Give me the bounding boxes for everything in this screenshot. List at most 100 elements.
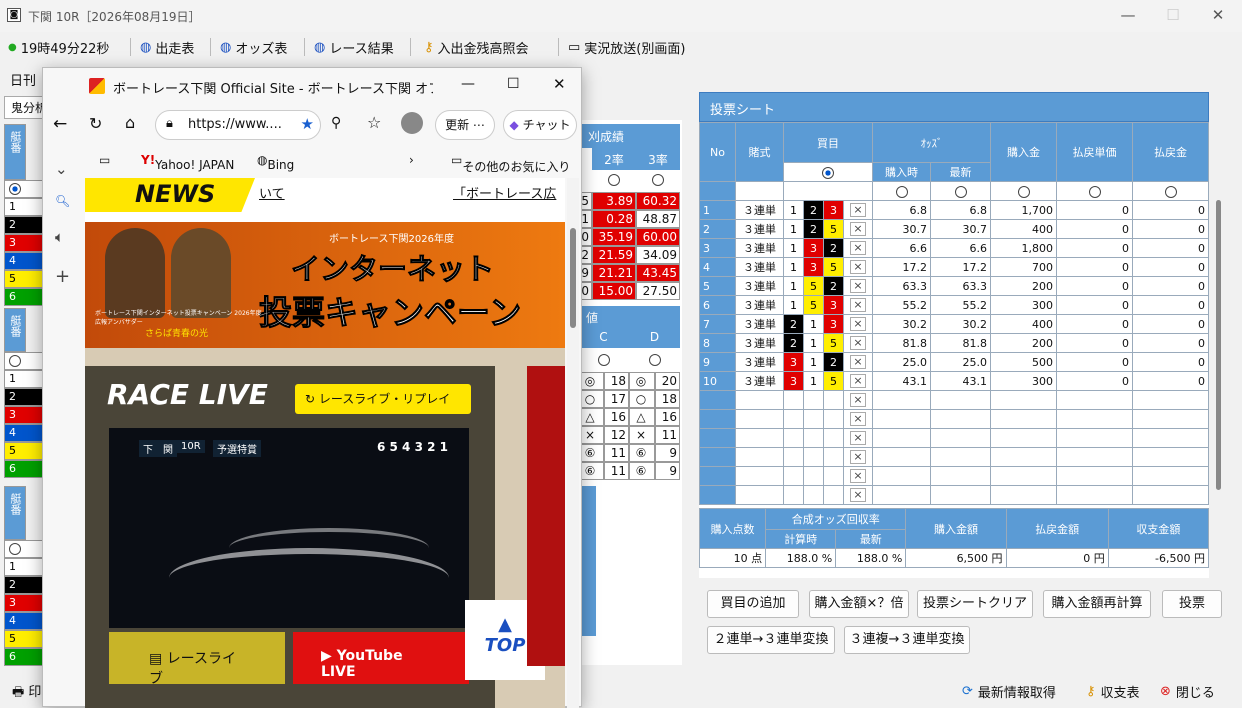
minimize-button[interactable]: — xyxy=(1113,6,1143,24)
add-kaime-button[interactable]: 買目の追加 xyxy=(707,590,799,618)
vote-row[interactable]: × xyxy=(699,409,1209,429)
search-icon[interactable]: 🔍︎ xyxy=(55,194,70,208)
remove-row-button[interactable]: × xyxy=(850,203,866,217)
close-window-button[interactable]: ✕ xyxy=(1203,6,1233,24)
sheet-scrollbar[interactable] xyxy=(1216,200,1221,490)
maximize-button[interactable]: ☐ xyxy=(1158,6,1188,24)
race-video[interactable]: 下 関 10R 予選特賞 6 5 4 3 2 1 xyxy=(109,428,469,628)
remove-row-button[interactable]: × xyxy=(850,260,866,274)
fav-yahoo[interactable]: Y! Yahoo! JAPAN xyxy=(141,153,234,172)
result-button[interactable]: ◍ レース結果 xyxy=(314,38,394,57)
vote-row[interactable]: 7 ３連単 2 1 3 × 30.2 30.2 400 0 0 xyxy=(699,314,1209,334)
web-content: NEWS いて 「ボートレース広 ボートレース下関2026年度 インターネット … xyxy=(85,178,565,708)
sort-radio[interactable] xyxy=(1164,185,1177,198)
globe-icon: ◍ xyxy=(314,40,326,55)
col-tanka: 払戻単価 xyxy=(1056,122,1133,182)
remove-row-button[interactable]: × xyxy=(850,412,866,426)
favorite-star-icon[interactable]: ★ xyxy=(301,115,314,133)
fav-bing[interactable]: ◍ Bing xyxy=(257,153,294,172)
vote-table: No 賭式 買目 ｵｯｽﾞ 購入金 払戻単価 払戻金 購入時 最新 1 ３連単 1 2… xyxy=(699,122,1209,505)
shussou-button[interactable]: ◍ 出走表 xyxy=(140,38,194,57)
vote-row[interactable]: × xyxy=(699,447,1209,467)
race-live-button[interactable]: ▤ レースライブ xyxy=(109,632,285,687)
remove-row-button[interactable]: × xyxy=(850,298,866,312)
live-broadcast-button[interactable]: ▭ 実況放送(別画面) xyxy=(568,38,685,57)
favorites-icon[interactable]: ☆ xyxy=(367,113,381,132)
stats-panel: 刈成績 2率 3率 5 3.89 60.32 1 0.28 48.87 0 35.19 60.00… xyxy=(578,120,682,665)
vote-row[interactable]: 1 ３連単 1 2 3 × 6.8 6.8 1,700 0 0 xyxy=(699,200,1209,220)
kaime-sort-radio[interactable] xyxy=(822,166,834,179)
address-bar[interactable]: 🔒︎ https://www.... ★ xyxy=(155,110,321,140)
home-icon[interactable]: ⌂ xyxy=(125,113,135,132)
remove-row-button[interactable]: × xyxy=(850,488,866,502)
copilot-chat-button[interactable]: ◆ チャット xyxy=(503,110,577,140)
multiply-button[interactable]: 購入金額×？倍 xyxy=(809,590,909,618)
remove-row-button[interactable]: × xyxy=(850,355,866,369)
fav-other[interactable]: ▭ その他のお気に入り xyxy=(451,153,570,174)
sort-radio[interactable] xyxy=(954,185,967,198)
remove-row-button[interactable]: × xyxy=(850,374,866,388)
update-button[interactable]: 更新 ⋯ xyxy=(435,110,495,140)
remove-row-button[interactable]: × xyxy=(850,241,866,255)
remove-row-button[interactable]: × xyxy=(850,222,866,236)
chevron-down-icon[interactable]: ⌄ xyxy=(55,160,68,178)
vote-row[interactable]: 6 ３連単 1 5 3 × 55.2 55.2 300 0 0 xyxy=(699,295,1209,315)
news-link[interactable]: 「ボートレース広 xyxy=(453,183,556,202)
profile-avatar[interactable] xyxy=(401,112,423,134)
remove-row-button[interactable]: × xyxy=(850,469,866,483)
reload-icon[interactable]: ↻ xyxy=(89,114,102,133)
replay-button[interactable]: ↻ レースライブ・リプレイ xyxy=(295,384,471,414)
browser-close-icon[interactable]: ✕ xyxy=(553,75,566,93)
stats-row: ⑥ 11 ⑥ 9 xyxy=(578,462,680,480)
vote-row[interactable]: 2 ３連単 1 2 5 × 30.7 30.7 400 0 0 xyxy=(699,219,1209,239)
clear-sheet-button[interactable]: 投票シートクリア xyxy=(917,590,1033,618)
back-icon[interactable]: ← xyxy=(53,114,67,134)
vote-row[interactable]: × xyxy=(699,466,1209,486)
vote-row[interactable]: 3 ３連単 1 3 2 × 6.6 6.6 1,800 0 0 xyxy=(699,238,1209,258)
youtube-live-button[interactable]: ▶ YouTube LIVE xyxy=(293,632,469,684)
odds-button[interactable]: ◍ オッズ表 xyxy=(220,38,287,57)
speaker-icon[interactable]: 🔈︎ xyxy=(55,228,64,246)
campaign-banner[interactable]: ボートレース下関2026年度 インターネット 投票キャンペーン ボートレース下関… xyxy=(85,222,565,348)
balance-button[interactable]: ⚷ 入出金残高照会 xyxy=(424,38,529,57)
sort-radio[interactable] xyxy=(895,185,908,198)
vote-button[interactable]: 投票 xyxy=(1162,590,1222,618)
convert-3fuku-button[interactable]: ３連複→３連単変換 xyxy=(844,626,970,654)
copilot-icon: ◆ xyxy=(509,118,519,132)
vote-row[interactable]: × xyxy=(699,485,1209,505)
col-kaime: 買目 xyxy=(783,122,873,163)
tab-daily[interactable]: 日刊 xyxy=(10,70,36,89)
stats-row: × 12 × 11 xyxy=(578,426,680,444)
recalc-button[interactable]: 購入金額再計算 xyxy=(1043,590,1151,618)
shushi-button[interactable]: ⚷ 収支表 xyxy=(1086,682,1140,701)
vote-row[interactable]: × xyxy=(699,428,1209,448)
vote-row[interactable]: 9 ３連単 3 1 2 × 25.0 25.0 500 0 0 xyxy=(699,352,1209,372)
browser-scrollbar[interactable] xyxy=(567,178,579,708)
remove-row-button[interactable]: × xyxy=(850,336,866,350)
remove-row-button[interactable]: × xyxy=(850,279,866,293)
remove-row-button[interactable]: × xyxy=(850,317,866,331)
refresh-button[interactable]: ⟳ 最新情報取得 xyxy=(962,682,1056,701)
vote-row[interactable]: 10 ３連単 3 1 5 × 43.1 43.1 300 0 0 xyxy=(699,371,1209,391)
remove-row-button[interactable]: × xyxy=(850,393,866,407)
browser-tab-title[interactable]: ボートレース下関 Official Site - ボートレース下関 オフィシ..… xyxy=(113,78,433,97)
add-icon[interactable]: + xyxy=(55,266,70,287)
chevron-right-icon[interactable]: › xyxy=(409,153,414,167)
sort-radio[interactable] xyxy=(1088,185,1101,198)
vote-row[interactable]: 5 ３連単 1 5 2 × 63.3 63.3 200 0 0 xyxy=(699,276,1209,296)
remove-row-button[interactable]: × xyxy=(850,431,866,445)
convert-2tan-button[interactable]: ２連単→３連単変換 xyxy=(707,626,835,654)
browser-sidebar: ⌄ 🔍︎ 🔈︎ + xyxy=(43,146,83,706)
extension-icon[interactable]: ⚲ xyxy=(331,115,341,131)
sort-radio[interactable] xyxy=(1017,185,1030,198)
vote-row[interactable]: 4 ３連単 1 3 5 × 17.2 17.2 700 0 0 xyxy=(699,257,1209,277)
news-link[interactable]: いて xyxy=(259,183,285,202)
close-button[interactable]: ⊗ 閉じる xyxy=(1160,682,1215,701)
read-icon[interactable]: ▭ xyxy=(99,153,110,167)
browser-minimize-icon[interactable]: — xyxy=(461,76,475,92)
remove-row-button[interactable]: × xyxy=(850,450,866,464)
browser-maximize-icon[interactable]: ☐ xyxy=(507,76,520,92)
vote-row[interactable]: 8 ３連単 2 1 5 × 81.8 81.8 200 0 0 xyxy=(699,333,1209,353)
print-button[interactable]: 🖶 印 xyxy=(12,681,41,705)
vote-row[interactable]: × xyxy=(699,390,1209,410)
